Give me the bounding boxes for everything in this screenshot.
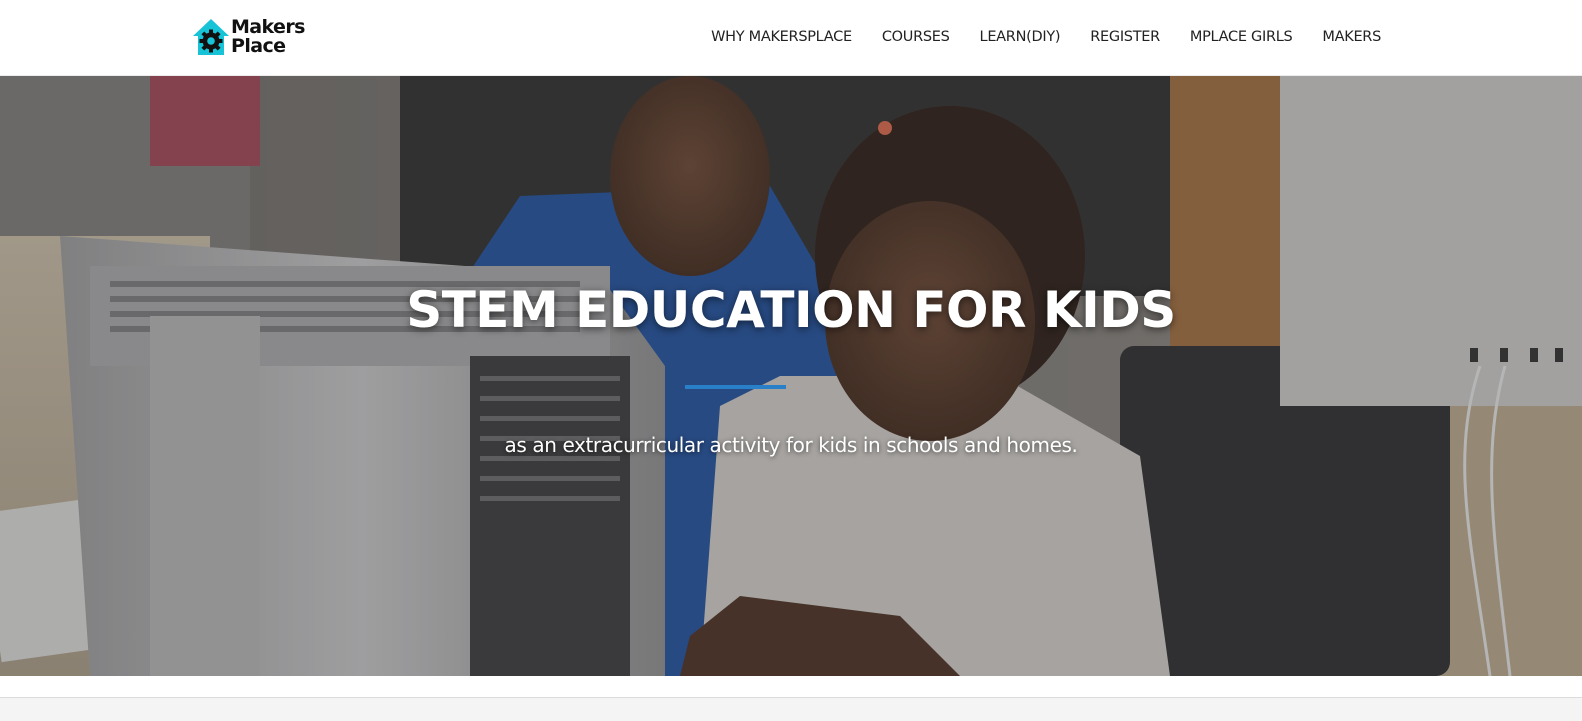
hero-divider (685, 385, 786, 389)
nav-link-courses[interactable]: COURSES (882, 29, 950, 45)
house-gear-icon (191, 17, 231, 57)
logo-text-line2: Place (231, 35, 286, 57)
nav-link-why-makersplace[interactable]: WHY MAKERSPLACE (711, 29, 852, 45)
main-navigation: WHY MAKERSPLACE COURSES LEARN(DIY) REGIS… (711, 0, 1381, 74)
nav-link-mplace-girls[interactable]: MPLACE GIRLS (1190, 29, 1293, 45)
nav-link-learn-diy[interactable]: LEARN(DIY) (980, 29, 1061, 45)
hero-subtitle: as an extracurricular activity for kids … (504, 433, 1078, 457)
site-header: Makers Place WHY MAKERSPLACE COURSES LEA… (0, 0, 1582, 76)
makersplace-logo[interactable]: Makers Place (191, 16, 321, 58)
nav-link-register[interactable]: REGISTER (1090, 29, 1160, 45)
section-strip (0, 697, 1582, 721)
hero-title: STEM EDUCATION FOR KIDS (406, 281, 1176, 339)
nav-link-makers[interactable]: MAKERS (1322, 29, 1381, 45)
hero-dark-overlay (0, 76, 1582, 676)
next-section (0, 676, 1582, 721)
hero-banner: STEM EDUCATION FOR KIDS as an extracurri… (0, 76, 1582, 676)
logo-wordmark: Makers Place (231, 18, 305, 56)
